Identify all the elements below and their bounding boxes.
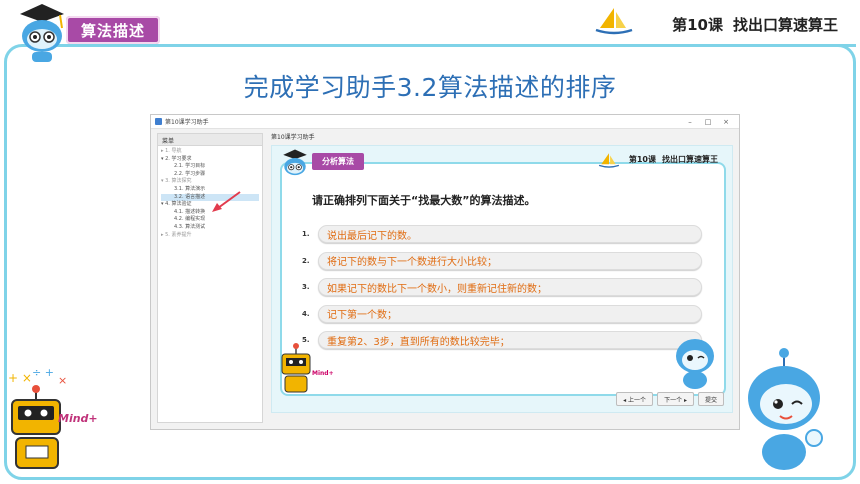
inner-slide: 分析算法 第10课 找出口算速算王 请正确排列下面关于“找最大数”的算法描述。 1…	[271, 145, 733, 413]
option-number: 1.	[302, 230, 310, 238]
mascot-text: Mind+	[58, 412, 98, 425]
inner-sailboat-logo-icon	[598, 153, 620, 168]
pointer-arrow-icon	[212, 191, 241, 212]
window-title: 第10课学习助手	[165, 119, 209, 126]
sidebar-header: 菜单	[158, 134, 262, 146]
inner-badge: 分析算法	[312, 153, 364, 170]
svg-text:÷ +: ÷ +	[32, 368, 54, 379]
app-window[interactable]: 第10课学习助手 – □ × 菜单 ▸ 1. 导航 ▾ 2. 学习要求 2.1. 学…	[150, 114, 740, 430]
app-icon	[155, 118, 162, 125]
option-pill[interactable]: 将记下的数与下一个数进行大小比较；	[318, 251, 702, 270]
option-item[interactable]: 4. 记下第一个数；	[302, 304, 702, 324]
next-button[interactable]: 下一个 ▸	[657, 392, 694, 406]
inner-robot-mascot-icon	[283, 149, 307, 176]
sidebar-item[interactable]: 4.2. 编程实现	[161, 216, 259, 224]
sidebar-item[interactable]: 4.3. 算法测试	[161, 224, 259, 232]
question-text: 请正确排列下面关于“找最大数”的算法描述。	[312, 194, 536, 207]
option-pill[interactable]: 说出最后记下的数。	[318, 225, 702, 243]
svg-text:+ ×: + ×	[8, 371, 32, 385]
close-button[interactable]: ×	[717, 118, 735, 126]
inner-lesson-number: 第10课	[628, 155, 656, 164]
sidebar-item[interactable]: 2.1. 学习目标	[161, 163, 259, 171]
option-item[interactable]: 5. 重复第2、3步，直到所有的数比较完毕；	[302, 330, 702, 350]
top-divider	[250, 44, 856, 47]
option-pill[interactable]: 如果记下的数比下一个数小，则重新记住新的数；	[318, 278, 702, 296]
option-pill[interactable]: 重复第2、3步，直到所有的数比较完毕；	[318, 331, 702, 349]
navigation-buttons: ◂ 上一个 下一个 ▸ 提交	[616, 392, 724, 406]
sidebar-item[interactable]: ▸ 1. 导航	[161, 148, 259, 156]
inner-orange-robot-icon	[281, 343, 311, 393]
sidebar-item[interactable]: ▾ 3. 算法探究	[161, 178, 259, 186]
option-number: 2.	[302, 256, 310, 265]
inner-mascot-text: Mind+	[312, 370, 334, 377]
content-pane: 第10课学习助手 分析算法 第10课 找出口算速算王 请正确排列下面关于“找最大数…	[269, 133, 735, 425]
option-number: 3.	[302, 283, 310, 291]
minimize-button[interactable]: –	[681, 118, 699, 126]
svg-text:×: ×	[58, 374, 67, 387]
option-number: 4.	[302, 309, 310, 318]
inner-blue-robot-icon	[676, 339, 714, 389]
sidebar: 菜单 ▸ 1. 导航 ▾ 2. 学习要求 2.1. 学习目标 2.2. 学习步骤 ▾ 3…	[157, 133, 263, 423]
window-titlebar[interactable]: 第10课学习助手 – □ ×	[151, 115, 739, 129]
prev-button[interactable]: ◂ 上一个	[616, 392, 654, 406]
maximize-button[interactable]: □	[699, 118, 717, 126]
lesson-name: 找出口算速算王	[732, 16, 838, 34]
content-title: 第10课学习助手	[271, 134, 315, 141]
sidebar-item[interactable]: ▸ 5. 素养提升	[161, 232, 259, 240]
option-item[interactable]: 3. 如果记下的数比下一个数小，则重新记住新的数；	[302, 277, 702, 297]
option-item[interactable]: 2. 将记下的数与下一个数进行大小比较；	[302, 251, 702, 271]
slide-title: 完成学习助手3.2算法描述的排序	[243, 73, 617, 102]
robot-mascot-icon	[20, 4, 64, 62]
lesson-title: 第10课 找出口算速算王	[672, 14, 838, 35]
header-badge: 算法描述	[66, 16, 160, 44]
blue-robot-mascot-icon	[748, 348, 823, 470]
inner-lesson-name: 找出口算速算王	[662, 155, 718, 164]
lesson-number: 第10课	[672, 16, 723, 34]
option-pill[interactable]: 记下第一个数；	[318, 304, 702, 323]
option-item[interactable]: 1. 说出最后记下的数。	[302, 224, 702, 244]
options-list: 1. 说出最后记下的数。 2. 将记下的数与下一个数进行大小比较； 3. 如果记下的数比下…	[302, 224, 702, 357]
submit-button[interactable]: 提交	[697, 392, 724, 406]
inner-lesson-title: 第10课 找出口算速算王	[629, 154, 718, 165]
sailboat-logo-icon	[595, 8, 633, 35]
